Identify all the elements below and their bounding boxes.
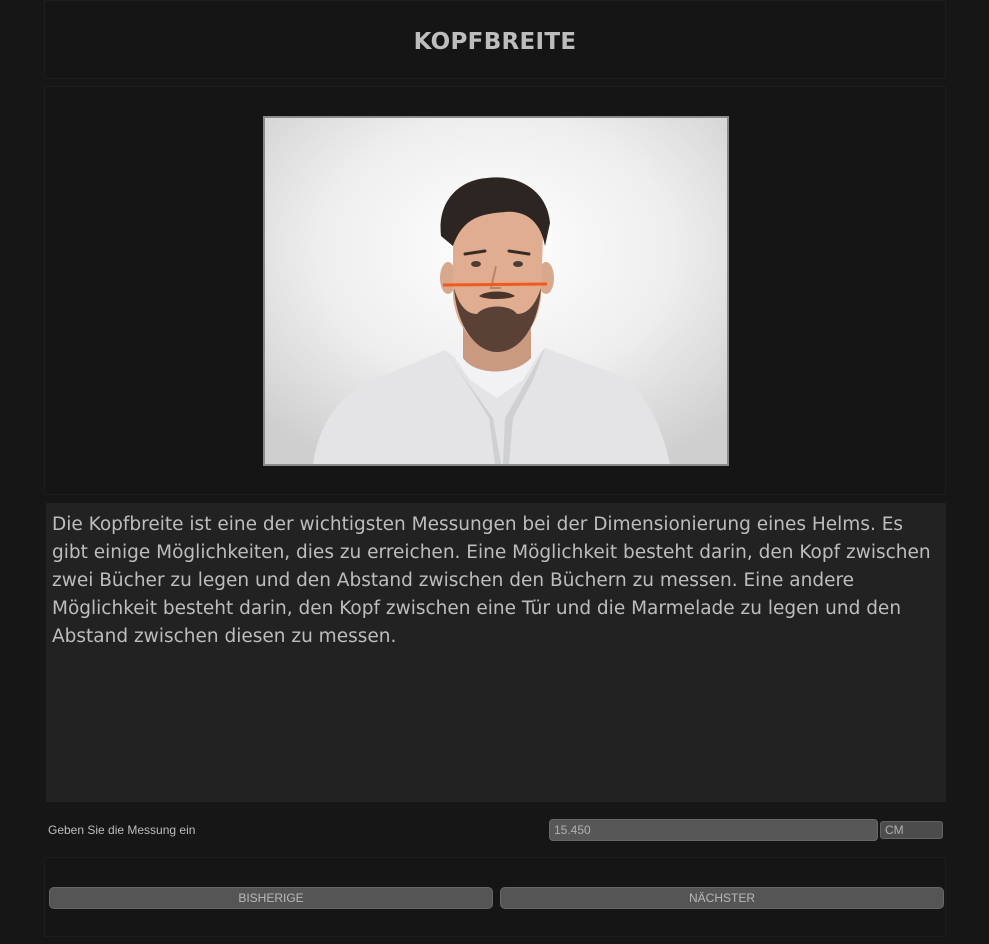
unit-select[interactable]: CM: [880, 821, 943, 839]
navigation-panel: BISHERIGE NÄCHSTER: [44, 857, 946, 937]
instructions-text: Die Kopfbreite ist eine der wichtigsten …: [52, 514, 931, 647]
image-panel: [44, 86, 946, 495]
head-width-measure-line: [442, 282, 548, 287]
header-panel: KOPFBREITE: [44, 0, 946, 79]
next-button[interactable]: NÄCHSTER: [500, 887, 944, 909]
head-width-photo: [263, 116, 729, 466]
measurement-input[interactable]: [549, 819, 878, 841]
measurement-label: Geben Sie die Messung ein: [48, 823, 196, 837]
instructions-box: Die Kopfbreite ist eine der wichtigsten …: [46, 503, 946, 802]
page-title: KOPFBREITE: [413, 29, 577, 55]
previous-button[interactable]: BISHERIGE: [49, 887, 493, 909]
person-illustration: [265, 118, 727, 464]
